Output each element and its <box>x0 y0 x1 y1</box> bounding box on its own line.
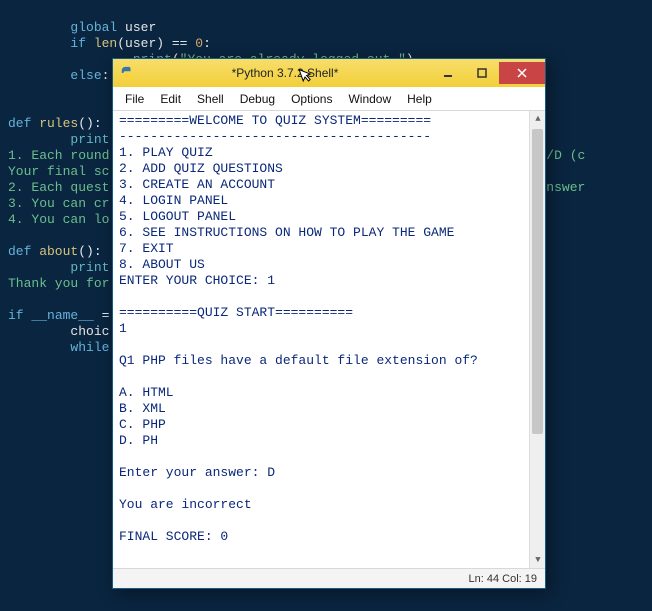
status-position: Ln: 44 Col: 19 <box>469 573 538 585</box>
window-title: *Python 3.7.2 Shell* <box>139 66 431 80</box>
titlebar[interactable]: *Python 3.7.2 Shell* <box>113 59 545 87</box>
scroll-up-icon[interactable]: ▲ <box>530 111 545 127</box>
menu-help[interactable]: Help <box>399 89 440 109</box>
menu-shell[interactable]: Shell <box>189 89 232 109</box>
minimize-button[interactable] <box>431 62 465 84</box>
statusbar: Ln: 44 Col: 19 <box>113 568 545 588</box>
shell-output[interactable]: =========WELCOME TO QUIZ SYSTEM=========… <box>113 111 529 568</box>
menu-options[interactable]: Options <box>283 89 340 109</box>
shell-body: =========WELCOME TO QUIZ SYSTEM=========… <box>113 111 545 568</box>
scroll-thumb[interactable] <box>532 129 543 434</box>
python-icon <box>119 65 135 81</box>
scroll-down-icon[interactable]: ▼ <box>530 552 545 568</box>
menubar: File Edit Shell Debug Options Window Hel… <box>113 87 545 111</box>
menu-window[interactable]: Window <box>340 89 399 109</box>
menu-edit[interactable]: Edit <box>152 89 189 109</box>
vertical-scrollbar[interactable]: ▲ ▼ <box>529 111 545 568</box>
menu-debug[interactable]: Debug <box>232 89 283 109</box>
menu-file[interactable]: File <box>117 89 152 109</box>
python-shell-window: *Python 3.7.2 Shell* File Edit Shell Deb… <box>112 58 546 589</box>
maximize-button[interactable] <box>465 62 499 84</box>
close-button[interactable] <box>499 62 545 84</box>
